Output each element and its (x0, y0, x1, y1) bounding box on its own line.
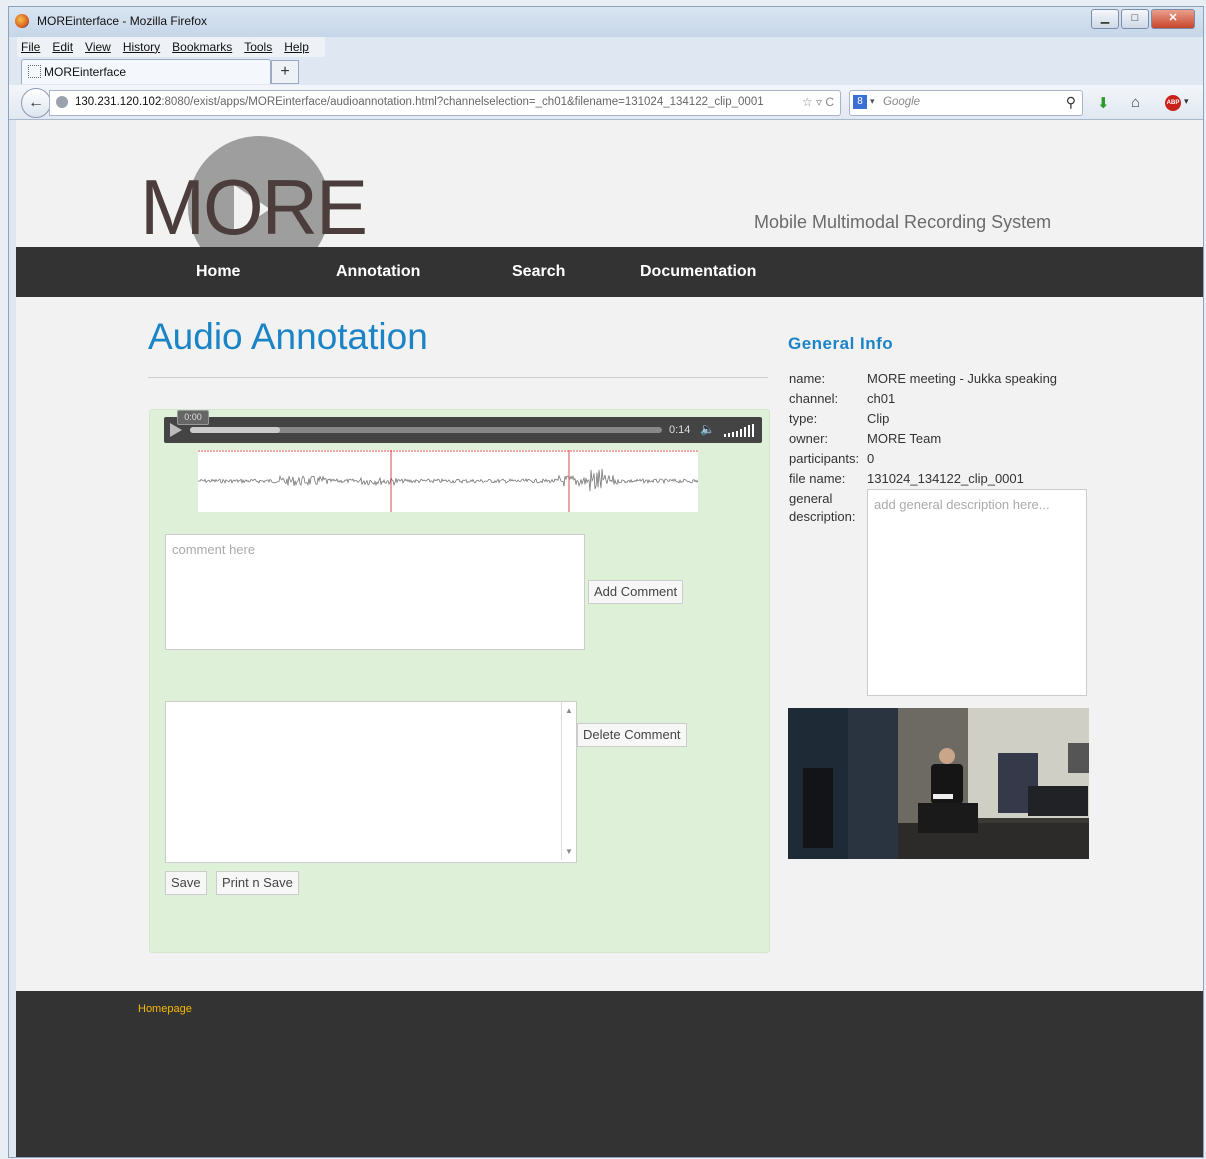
page-title: Audio Annotation (148, 316, 428, 357)
info-label: channel: (789, 391, 839, 406)
info-value-channel: ch01 (867, 391, 896, 406)
more-logo[interactable]: MORE (136, 132, 436, 278)
google-icon[interactable]: 8 (853, 95, 867, 109)
duration: 0:14 (669, 424, 691, 436)
waveform[interactable] (198, 450, 698, 512)
home-icon[interactable]: ⌂ (1131, 94, 1140, 111)
info-value-filename: 131024_134122_clip_0001 (867, 471, 1024, 486)
play-button-icon[interactable] (170, 423, 182, 437)
info-label: description: (789, 509, 856, 524)
info-value-name: MORE meeting - Jukka speaking (867, 371, 1058, 386)
site-tagline: Mobile Multimodal Recording System (754, 212, 1052, 232)
nav-documentation[interactable]: Documentation (640, 263, 756, 281)
comment-input[interactable] (165, 534, 585, 650)
general-info-heading: General Info (788, 334, 894, 353)
search-placeholder: Google (883, 96, 921, 108)
menu-edit[interactable]: Edit (52, 37, 73, 57)
info-value-participants: 0 (867, 451, 875, 466)
magnifier-icon[interactable]: ⚲ (1066, 94, 1076, 111)
info-label: owner: (789, 431, 829, 446)
url-text: 130.231.120.102:8080/exist/apps/MOREinte… (75, 96, 764, 108)
scroll-down-icon[interactable]: ▼ (565, 847, 573, 856)
nav-search[interactable]: Search (512, 263, 565, 281)
current-time: 0:00 (177, 410, 209, 425)
info-label: name: (789, 371, 826, 386)
menu-bar: File Edit View History Bookmarks Tools H… (17, 37, 325, 57)
general-description-input[interactable] (867, 489, 1087, 696)
video-thumbnail[interactable] (788, 708, 1089, 859)
save-button[interactable]: Save (165, 871, 207, 895)
back-arrow-icon[interactable]: ← (21, 88, 51, 118)
info-label: participants: (789, 451, 860, 466)
adblock-icon[interactable]: ABP (1165, 95, 1181, 111)
print-save-button[interactable]: Print n Save (216, 871, 299, 895)
comments-list[interactable]: ▲ ▼ (165, 701, 577, 863)
dropdown-arrow-icon[interactable]: ▿ (816, 95, 822, 109)
add-comment-button[interactable]: Add Comment (588, 580, 684, 604)
menu-help[interactable]: Help (284, 37, 309, 57)
delete-comment-button[interactable]: Delete Comment (577, 723, 687, 747)
browser-tab[interactable]: MOREinterface (21, 59, 271, 84)
title-bar: MOREinterface - Mozilla Firefox ▁ □ ✕ (9, 7, 1203, 37)
close-button[interactable]: ✕ (1151, 9, 1195, 29)
homepage-link[interactable]: Homepage (138, 1003, 192, 1015)
nav-annotation[interactable]: Annotation (336, 263, 420, 281)
menu-file[interactable]: File (21, 37, 40, 57)
address-bar[interactable]: 130.231.120.102:8080/exist/apps/MOREinte… (49, 90, 841, 116)
minimize-button[interactable]: ▁ (1091, 9, 1119, 29)
menu-bookmarks[interactable]: Bookmarks (172, 37, 232, 57)
volume-slider[interactable] (724, 424, 754, 437)
maximize-button[interactable]: □ (1121, 9, 1149, 29)
download-icon[interactable]: ⬇ (1097, 94, 1110, 112)
info-label: file name: (789, 471, 846, 486)
comments-scrollbar[interactable]: ▲ ▼ (561, 702, 576, 860)
adblock-dropdown-icon[interactable]: ▾ (1184, 96, 1189, 107)
menu-view[interactable]: View (85, 37, 111, 57)
info-value-type: Clip (867, 411, 890, 426)
title-divider (148, 377, 768, 378)
info-label: general (789, 491, 833, 506)
audio-player[interactable]: 0:00 0:14 🔈 (164, 410, 762, 443)
navigation-toolbar: ← 130.231.120.102:8080/exist/apps/MOREin… (9, 85, 1203, 120)
scroll-up-icon[interactable]: ▲ (565, 706, 573, 715)
nav-home[interactable]: Home (196, 263, 240, 281)
search-box[interactable]: 8 ▾ Google ⚲ (849, 90, 1083, 116)
speaker-icon[interactable]: 🔈 (700, 422, 715, 436)
globe-icon (56, 96, 68, 108)
main-nav: Home Annotation Search Documentation (16, 247, 1203, 297)
search-engine-dropdown-icon[interactable]: ▾ (870, 96, 875, 107)
bookmark-star-icon[interactable]: ☆ (802, 95, 813, 109)
new-tab-button[interactable]: + (271, 60, 299, 84)
window-title: MOREinterface - Mozilla Firefox (37, 14, 208, 28)
buffered-bar (190, 427, 280, 433)
menu-history[interactable]: History (123, 37, 160, 57)
page-footer: Homepage (16, 991, 1203, 1157)
browser-window: MOREinterface - Mozilla Firefox ▁ □ ✕ Fi… (8, 6, 1204, 1158)
page-favicon (28, 65, 41, 78)
info-value-owner: MORE Team (867, 431, 942, 446)
menu-tools[interactable]: Tools (244, 37, 272, 57)
annotation-panel: 0:00 0:14 🔈 Add Comment ▲ ▼ (149, 409, 770, 953)
web-page: MORE Mobile Multimodal Recording System … (16, 120, 1203, 1157)
logo-text: MORE (140, 163, 368, 251)
info-label: type: (789, 411, 818, 426)
tab-label: MOREinterface (44, 65, 127, 79)
firefox-icon (15, 14, 29, 28)
reload-icon[interactable]: C (825, 95, 834, 109)
